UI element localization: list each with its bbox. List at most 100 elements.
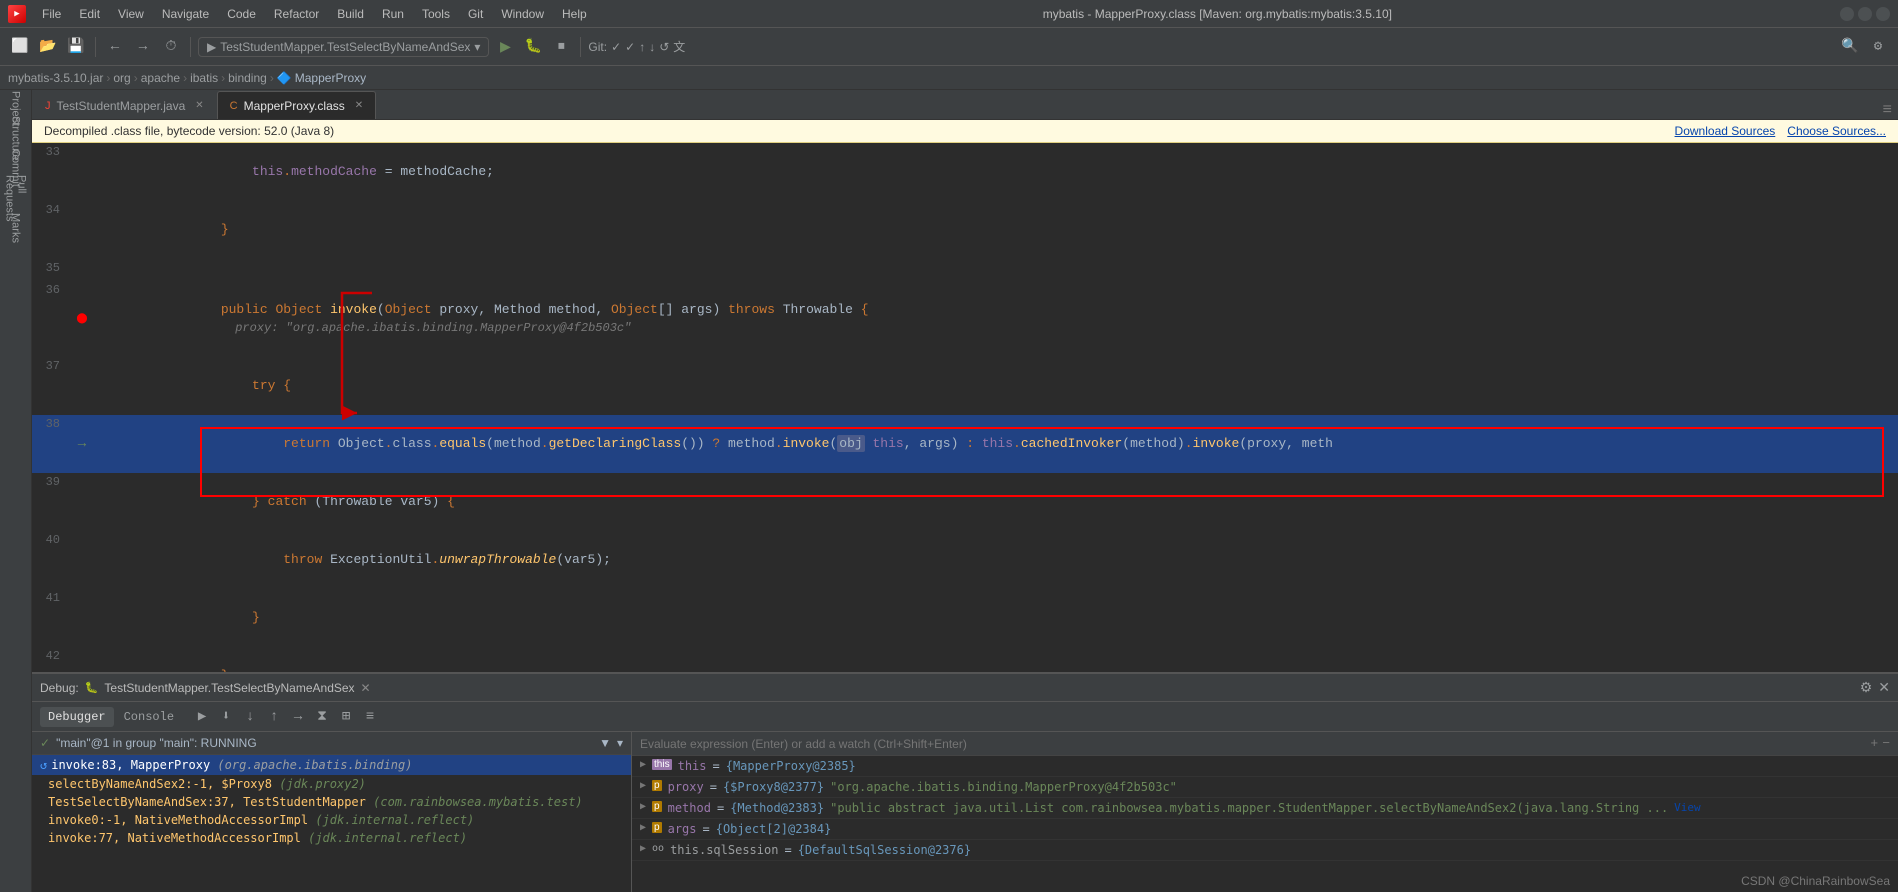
breakpoint-36[interactable]: ⬤ (76, 313, 87, 325)
debug-label: Debug: (40, 681, 79, 695)
back-btn[interactable]: ← (103, 35, 127, 59)
menu-build[interactable]: Build (329, 5, 372, 23)
menu-help[interactable]: Help (554, 5, 595, 23)
var-view-link-method[interactable]: View (1674, 801, 1701, 814)
tab-settings-right[interactable]: ≡ (1882, 101, 1898, 119)
debug-arrow-38: → (78, 436, 86, 452)
debug-settings2-icon[interactable]: ≡ (360, 707, 380, 727)
search-btn[interactable]: 🔍 (1838, 35, 1862, 59)
breadcrumb-apache[interactable]: apache (141, 71, 180, 85)
menu-refactor[interactable]: Refactor (266, 5, 327, 23)
debug-stop-over-icon[interactable]: ⬇ (216, 707, 236, 727)
var-arrow-proxy[interactable]: ▶ (640, 780, 646, 791)
code-editor[interactable]: 33 this.methodCache = methodCache; 34 } (32, 143, 1898, 672)
eval-input[interactable] (640, 737, 1870, 751)
debug-button[interactable]: 🐛 (521, 35, 545, 59)
var-val-proxy: {$Proxy8@2377} (723, 780, 824, 794)
debug-step-into-icon[interactable]: ↓ (240, 707, 260, 727)
frame-method-2: TestSelectByNameAndSex:37, TestStudentMa… (48, 795, 366, 809)
line-num-39: 39 (32, 473, 72, 531)
git-fetch[interactable]: ↺ (659, 40, 669, 54)
filter-icon[interactable]: ▼ (599, 736, 611, 750)
var-eq-method: = (717, 801, 724, 815)
run-config-dropdown[interactable]: ▾ (474, 40, 480, 54)
sidebar-structure[interactable]: Structure (2, 124, 30, 152)
breadcrumb-jar[interactable]: mybatis-3.5.10.jar (8, 71, 103, 85)
forward-btn[interactable]: → (131, 35, 155, 59)
gutter-38: → (72, 415, 92, 473)
git-push[interactable]: ↑ (639, 40, 645, 54)
run-config-box[interactable]: ▶ TestStudentMapper.TestSelectByNameAndS… (198, 37, 489, 57)
menu-window[interactable]: Window (493, 5, 552, 23)
download-sources-link[interactable]: Download Sources (1675, 124, 1776, 138)
filter-dropdown-icon[interactable]: ▾ (617, 736, 623, 750)
breadcrumb-binding[interactable]: binding (228, 71, 267, 85)
frame-label-0: invoke:83, MapperProxy (org.apache.ibati… (51, 758, 412, 772)
menu-view[interactable]: View (110, 5, 152, 23)
new-project-btn[interactable]: ⬜ (8, 35, 32, 59)
breadcrumb-org[interactable]: org (113, 71, 130, 85)
line-num-34: 34 (32, 201, 72, 259)
debug-close-icon[interactable]: ✕ (1878, 679, 1890, 696)
tab-close-java[interactable]: ✕ (195, 100, 203, 111)
breadcrumb-ibatis[interactable]: ibatis (190, 71, 218, 85)
menu-git[interactable]: Git (460, 5, 491, 23)
debug-step-out-icon[interactable]: ↑ (264, 707, 284, 727)
debug-tab-console[interactable]: Console (116, 707, 182, 727)
debug-run-to-cursor-icon[interactable]: → (288, 707, 308, 727)
sidebar-pull-requests[interactable]: Pull Requests (2, 184, 30, 212)
var-arrow-args[interactable]: ▶ (640, 822, 646, 833)
choose-sources-link[interactable]: Choose Sources... (1787, 124, 1886, 138)
run-button[interactable]: ▶ (493, 35, 517, 59)
minimize-button[interactable] (1840, 7, 1854, 21)
debug-frame-4[interactable]: invoke:77, NativeMethodAccessorImpl (jdk… (32, 829, 631, 847)
menu-edit[interactable]: Edit (71, 5, 108, 23)
menu-navigate[interactable]: Navigate (154, 5, 217, 23)
tab-mapperproxy[interactable]: C MapperProxy.class ✕ (217, 91, 377, 119)
git-checkmark2[interactable]: ✓ (625, 40, 635, 54)
var-arrow-sqlsession[interactable]: ▶ (640, 843, 646, 854)
debug-settings-icon[interactable]: ⚙ (1860, 679, 1873, 696)
eval-minus-icon[interactable]: − (1882, 736, 1890, 751)
breadcrumb-mapperproxy[interactable]: MapperProxy (295, 71, 366, 85)
save-btn[interactable]: 💾 (64, 35, 88, 59)
var-arrow-this[interactable]: ▶ (640, 759, 646, 770)
maximize-button[interactable] (1858, 7, 1872, 21)
var-name-method: method (668, 801, 711, 815)
debug-frame-0[interactable]: ↺ invoke:83, MapperProxy (org.apache.iba… (32, 755, 631, 775)
debug-frame-3[interactable]: invoke0:-1, NativeMethodAccessorImpl (jd… (32, 811, 631, 829)
debug-frame-1[interactable]: selectByNameAndSex2:-1, $Proxy8 (jdk.pro… (32, 775, 631, 793)
git-translate[interactable]: 文 (673, 38, 685, 55)
menu-run[interactable]: Run (374, 5, 412, 23)
open-btn[interactable]: 📂 (36, 35, 60, 59)
history-btn[interactable]: ⏱ (159, 35, 183, 59)
debug-header-actions: ⚙ ✕ (1860, 679, 1890, 696)
tab-teststudentmapper[interactable]: J TestStudentMapper.java ✕ (32, 91, 217, 119)
var-name-this: this (678, 759, 707, 773)
eval-add-icon[interactable]: + (1870, 736, 1878, 751)
sidebar-marks[interactable]: Marks (2, 214, 30, 242)
git-checkmark[interactable]: ✓ (611, 40, 621, 54)
debug-frame-2[interactable]: TestSelectByNameAndSex:37, TestStudentMa… (32, 793, 631, 811)
stop-button[interactable]: ⏹ (549, 35, 573, 59)
git-pull[interactable]: ↓ (649, 40, 655, 54)
debug-run-close[interactable]: ✕ (361, 681, 371, 695)
debug-run-config[interactable]: TestStudentMapper.TestSelectByNameAndSex (104, 681, 354, 695)
menu-code[interactable]: Code (219, 5, 264, 23)
debug-content: ✓ "main"@1 in group "main": RUNNING ▼ ▾ … (32, 732, 1898, 892)
settings-btn[interactable]: ⚙ (1866, 35, 1890, 59)
line-content-40: throw ExceptionUtil.unwrapThrowable(var5… (92, 531, 1898, 589)
breadcrumb-sep-3: › (183, 71, 187, 85)
tab-close-class[interactable]: ✕ (355, 100, 363, 111)
debug-tab-debugger[interactable]: Debugger (40, 707, 114, 727)
line-content-35 (92, 259, 1898, 281)
menu-file[interactable]: File (34, 5, 69, 23)
debug-eval-icon[interactable]: ⧗ (312, 707, 332, 727)
debug-restore-layout-icon[interactable]: ⊞ (336, 707, 356, 727)
debug-resume-icon[interactable]: ▶ (192, 707, 212, 727)
breadcrumb-sep-1: › (106, 71, 110, 85)
gutter-37 (72, 357, 92, 415)
close-button[interactable] (1876, 7, 1890, 21)
var-arrow-method[interactable]: ▶ (640, 801, 646, 812)
menu-tools[interactable]: Tools (414, 5, 458, 23)
